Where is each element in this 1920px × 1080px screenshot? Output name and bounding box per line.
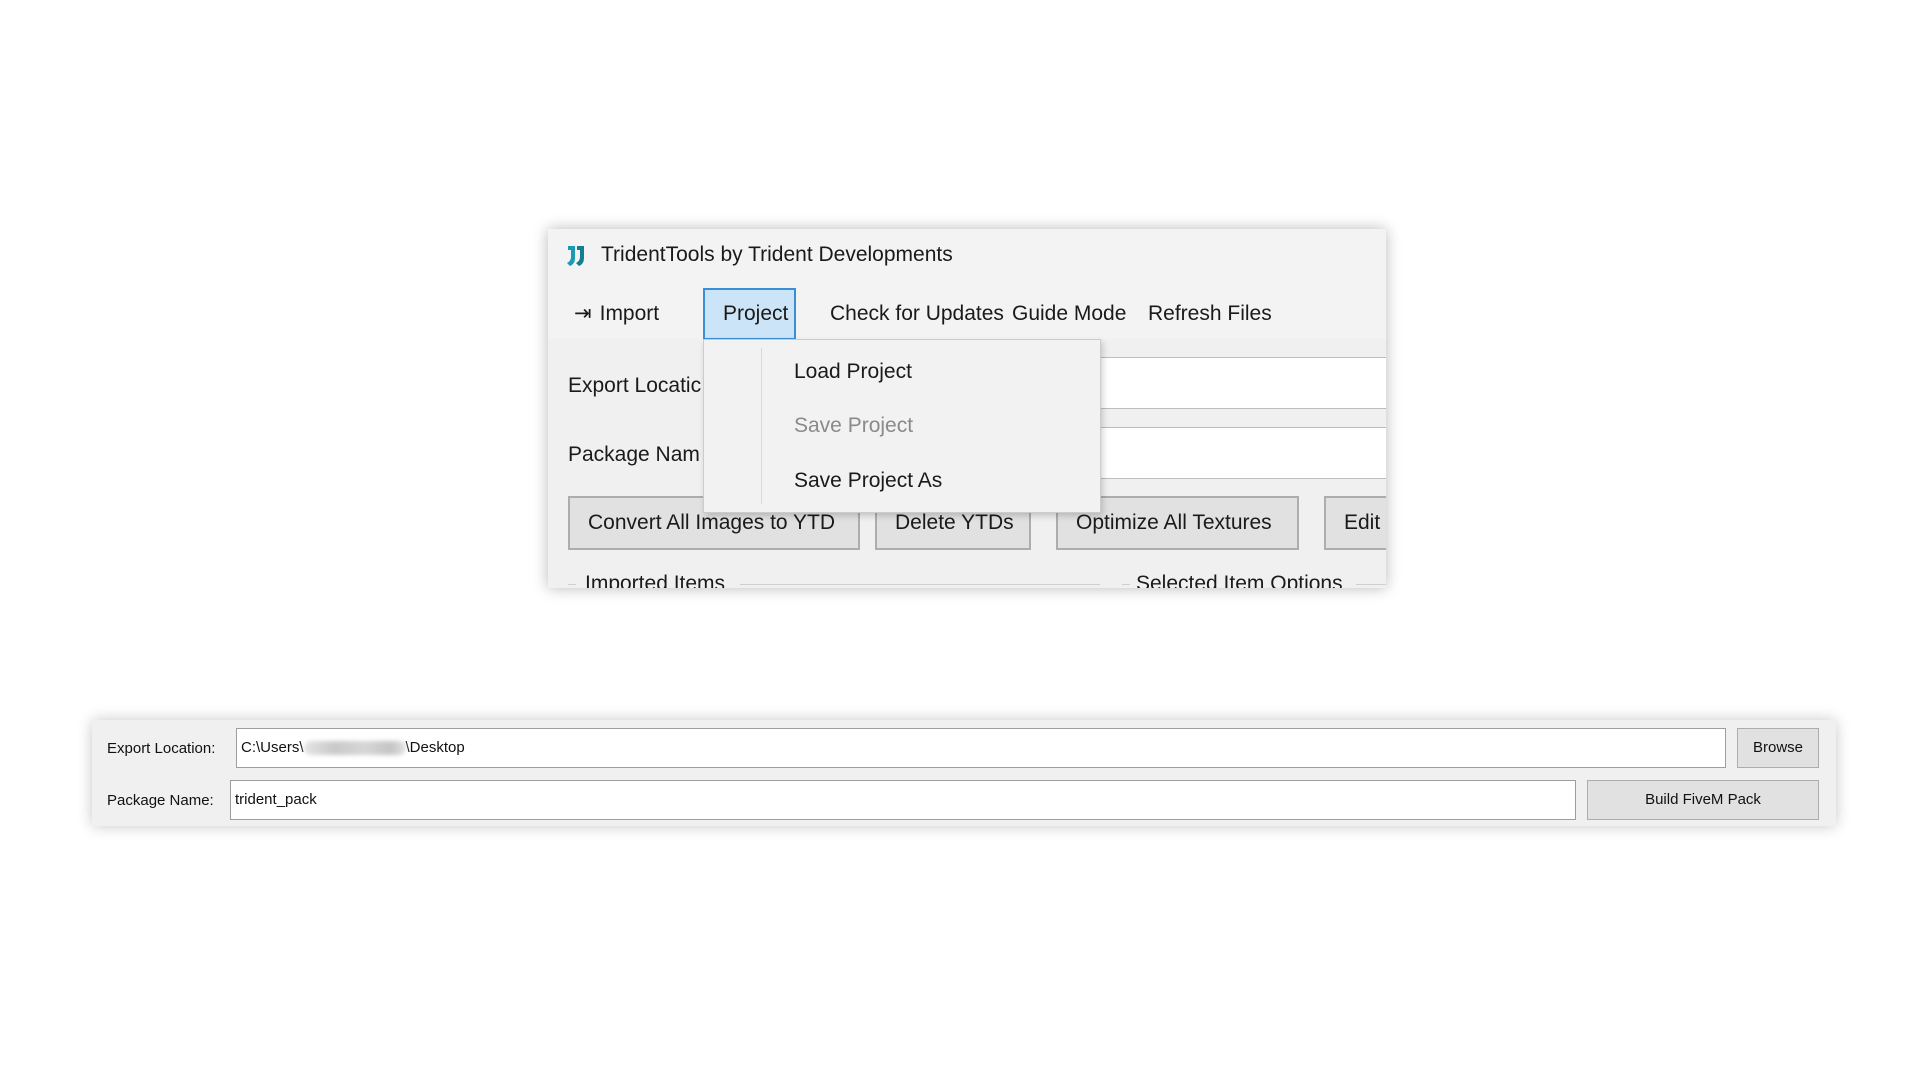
package-name-field[interactable] <box>1088 427 1386 479</box>
export-location-label: Export Locatic <box>568 374 702 397</box>
save-project-item[interactable]: Save Project <box>794 414 913 438</box>
selected-group-border <box>1122 584 1130 585</box>
load-project-item[interactable]: Load Project <box>794 360 912 384</box>
build-fivem-pack-button[interactable]: Build FiveM Pack <box>1587 780 1819 820</box>
project-dropdown-menu: Load Project Save Project Save Project A… <box>703 339 1101 513</box>
export-location-field[interactable] <box>1088 357 1386 409</box>
edit-button[interactable]: Edit <box>1324 496 1386 550</box>
selected-group-border-right <box>1356 584 1386 585</box>
redacted-username <box>303 741 406 756</box>
browse-button[interactable]: Browse <box>1737 728 1819 768</box>
package-name-input[interactable]: trident_pack <box>230 780 1576 820</box>
export-path-prefix: C:\Users\ <box>241 739 304 756</box>
package-name-label: Package Name: <box>107 792 214 809</box>
save-project-as-item[interactable]: Save Project As <box>794 469 942 493</box>
export-location-label: Export Location: <box>107 740 216 757</box>
screenshot-canvas: TridentTools by Trident Developments ⇥ Im… <box>0 0 1920 1080</box>
selected-item-options-label: Selected Item Options <box>1136 572 1343 588</box>
imported-group-border <box>568 584 576 585</box>
package-name-value: trident_pack <box>235 791 317 808</box>
imported-items-label: Imported Items <box>585 572 726 588</box>
export-panel: Export Location: C:\Users\ \Desktop Brows… <box>92 720 1836 826</box>
dropdown-icon-separator <box>761 348 762 504</box>
package-name-label: Package Nam <box>568 443 700 466</box>
imported-group-border-right <box>740 584 1100 585</box>
export-location-input[interactable]: C:\Users\ \Desktop <box>236 728 1726 768</box>
export-path-suffix: \Desktop <box>405 739 465 756</box>
